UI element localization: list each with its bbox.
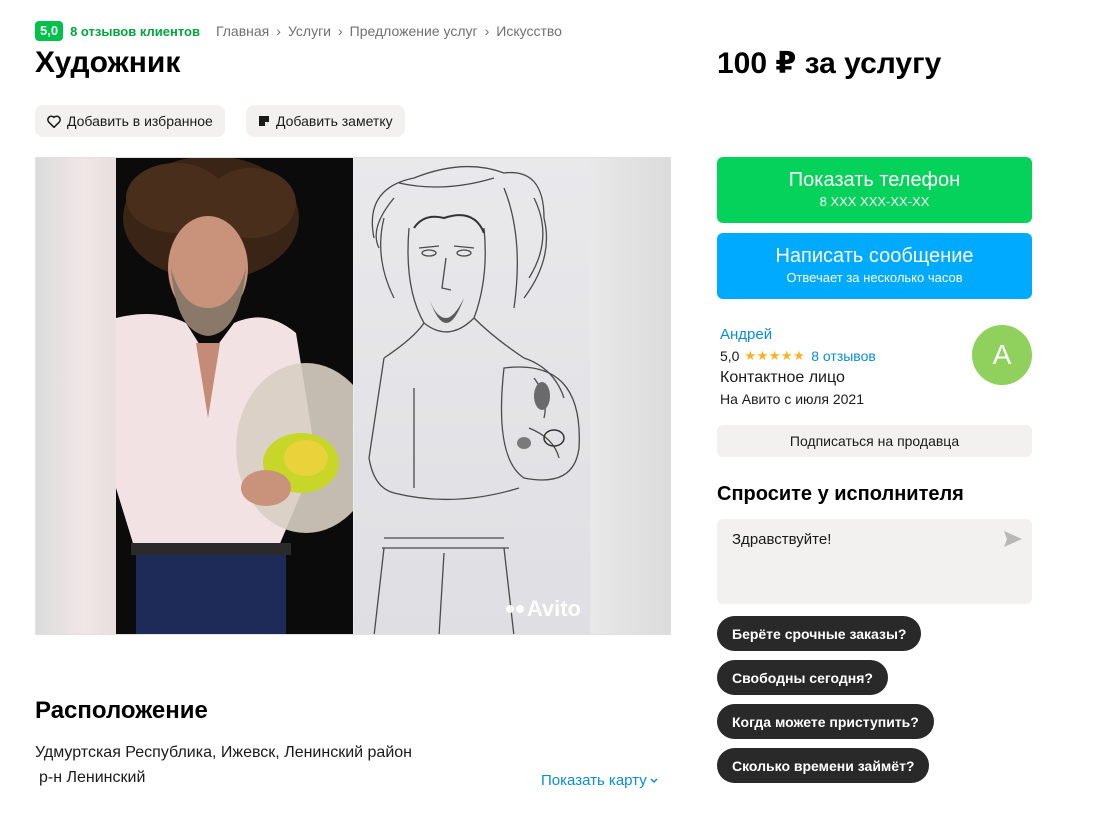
quick-question-chip[interactable]: Свободны сегодня? [717,660,888,695]
location-title: Расположение [35,697,208,724]
breadcrumb-item-services[interactable]: Услуги [288,23,331,39]
write-message-button[interactable]: Написать сообщение Отвечает за несколько… [717,233,1032,299]
artist-photo-image [116,158,353,634]
seller-name[interactable]: Андрей [720,326,772,343]
reviews-link[interactable]: 8 отзывов клиентов [70,24,200,39]
heart-icon [47,114,61,128]
chevron-right-icon: › [276,23,281,39]
show-map-label: Показать карту [541,772,647,789]
show-map-link[interactable]: Показать карту [541,772,659,789]
add-note-label: Добавить заметку [276,113,393,129]
avito-watermark: Avito [505,596,581,622]
avatar[interactable]: А [972,325,1032,385]
write-message-label: Написать сообщение [775,245,974,267]
chevron-down-icon [650,777,658,783]
quick-question-chip[interactable]: Сколько времени займёт? [717,748,930,783]
location-district: р-н Ленинский [39,769,146,786]
show-phone-button[interactable]: Показать телефон 8 XXX XXX-XX-XX [717,157,1032,223]
quick-question-chip[interactable]: Когда можете приступить? [717,704,934,739]
page-title: Художник [35,46,181,79]
message-box: Здравствуйте! [717,519,1032,604]
location-address: Удмуртская Республика, Ижевск, Ленинский… [35,744,412,761]
top-row: 5,0 8 отзывов клиентов Главная › Услуги … [35,20,562,42]
chevron-right-icon: › [484,23,490,39]
seller-since: На Авито с июля 2021 [720,391,864,407]
breadcrumb-item-home[interactable]: Главная [216,23,269,39]
breadcrumb: Главная › Услуги › Предложение услуг › И… [216,23,562,39]
add-to-favorites-button[interactable]: Добавить в избранное [35,105,225,137]
gallery-main-photo[interactable] [116,158,353,634]
seller-reviews-link[interactable]: 8 отзывов [811,348,876,364]
gallery-sketch-photo[interactable]: Avito [354,158,591,634]
gallery-prev-image[interactable] [36,158,116,634]
breadcrumb-item-offers[interactable]: Предложение услуг [350,23,478,39]
image-gallery[interactable]: Avito [35,157,671,635]
avito-logo-icon [505,605,524,613]
quick-question-chip[interactable]: Берёте срочные заказы? [717,616,922,651]
seller-rating-value: 5,0 [720,348,740,364]
message-input[interactable]: Здравствуйте! [717,519,997,604]
rating-badge: 5,0 [35,21,64,41]
price: 100 ₽ за услугу [717,47,942,80]
breadcrumb-item-art[interactable]: Искусство [496,23,562,39]
chevron-right-icon: › [338,23,343,39]
add-note-button[interactable]: Добавить заметку [246,105,405,137]
phone-masked: 8 XXX XXX-XX-XX [819,194,930,209]
avito-watermark-text: Avito [526,596,581,621]
star-rating-icon: ★★★★★ [744,348,806,363]
ask-section-title: Спросите у исполнителя [717,483,964,505]
show-phone-label: Показать телефон [788,169,961,191]
response-time: Отвечает за несколько часов [786,270,963,285]
sketch-image [368,165,580,634]
gallery-next-image[interactable] [590,158,670,634]
subscribe-button[interactable]: Подписаться на продавца [717,425,1032,457]
seller-role: Контактное лицо [720,369,845,386]
send-icon[interactable] [1004,531,1022,547]
seller-rating: 5,0 ★★★★★ 8 отзывов [720,348,876,364]
add-to-favorites-label: Добавить в избранное [67,113,213,129]
note-icon [259,116,269,126]
